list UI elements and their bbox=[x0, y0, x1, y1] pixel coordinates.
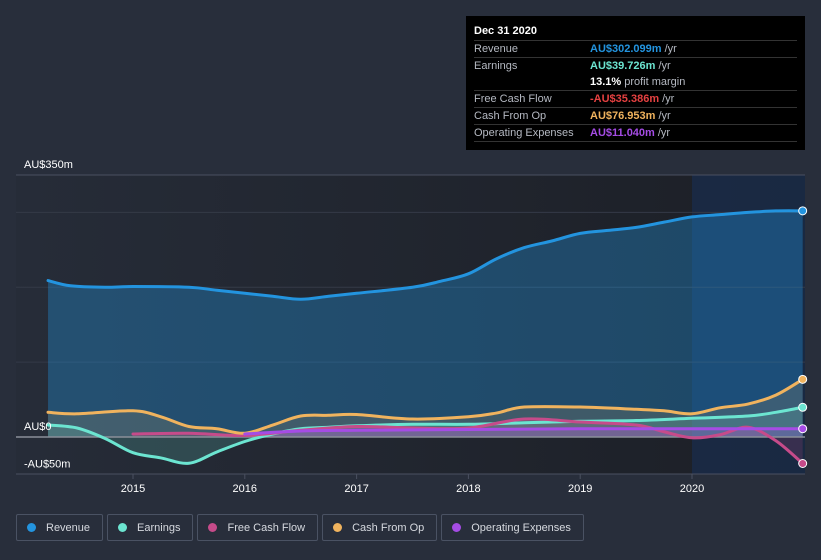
legend-dot-icon bbox=[333, 523, 343, 532]
x-tick-label: 2017 bbox=[344, 483, 368, 495]
free-cash-flow-endpoint[interactable] bbox=[798, 458, 808, 468]
tooltip-row-label bbox=[474, 74, 590, 90]
tooltip-row: 13.1% profit margin bbox=[474, 74, 797, 91]
tooltip-row-label: Cash From Op bbox=[474, 110, 547, 122]
y-tick-label: AU$0 bbox=[24, 421, 52, 433]
tooltip-row-label: Free Cash Flow bbox=[474, 93, 552, 105]
tooltip-row-value: -AU$35.386m bbox=[590, 93, 660, 105]
x-tick-label: 2016 bbox=[233, 483, 257, 495]
tooltip-row-unit: /yr bbox=[664, 43, 677, 55]
x-tick-label: 2015 bbox=[121, 483, 145, 495]
tooltip-row-label: Revenue bbox=[474, 43, 519, 55]
legend: Revenue Earnings Free Cash Flow Cash From O… bbox=[16, 514, 584, 541]
legend-label: Revenue bbox=[46, 521, 91, 534]
tooltip-row-value: AU$76.953m bbox=[590, 110, 656, 122]
tooltip-row: Cash From Op AU$76.953m/yr bbox=[474, 108, 797, 125]
legend-label: Earnings bbox=[137, 521, 181, 534]
tooltip-row-value: 13.1% bbox=[590, 76, 622, 88]
tooltip-date: Dec 31 2020 bbox=[474, 23, 797, 41]
x-tick-label: 2019 bbox=[568, 483, 592, 495]
legend-dot-icon bbox=[208, 523, 218, 532]
earnings-endpoint[interactable] bbox=[798, 402, 808, 412]
legend-item-revenue[interactable]: Revenue bbox=[16, 514, 104, 541]
x-tick-label: 2020 bbox=[680, 483, 704, 495]
legend-item-earnings[interactable]: Earnings bbox=[107, 514, 194, 541]
tooltip-row: Revenue AU$302.099m/yr bbox=[474, 41, 797, 58]
tooltip-row-value: AU$11.040m bbox=[590, 127, 655, 139]
y-tick-label: -AU$50m bbox=[24, 458, 70, 470]
operating-expenses-endpoint[interactable] bbox=[798, 424, 808, 434]
tooltip: Dec 31 2020 Revenue AU$302.099m/yr Earning… bbox=[466, 16, 805, 150]
revenue-endpoint[interactable] bbox=[798, 206, 808, 216]
tooltip-row-label: Operating Expenses bbox=[474, 127, 574, 139]
tooltip-row-unit: profit margin bbox=[624, 76, 686, 88]
tooltip-row: Free Cash Flow -AU$35.386m/yr bbox=[474, 91, 797, 108]
tooltip-row-unit: /yr bbox=[658, 110, 671, 122]
tooltip-row: Earnings AU$39.726m/yr bbox=[474, 58, 797, 74]
tooltip-row: Operating Expenses AU$11.040m/yr bbox=[474, 125, 797, 142]
legend-item-cash-from-op[interactable]: Cash From Op bbox=[322, 514, 438, 541]
legend-item-operating-expenses[interactable]: Operating Expenses bbox=[441, 514, 584, 541]
tooltip-row-label: Earnings bbox=[474, 60, 518, 72]
legend-label: Free Cash Flow bbox=[227, 521, 306, 534]
x-tick-label: 2018 bbox=[456, 483, 480, 495]
y-tick-label: AU$350m bbox=[24, 159, 73, 171]
tooltip-row-unit: /yr bbox=[662, 93, 675, 105]
tooltip-row-unit: /yr bbox=[657, 127, 671, 139]
legend-item-free-cash-flow[interactable]: Free Cash Flow bbox=[197, 514, 319, 541]
cash-from-op-endpoint[interactable] bbox=[798, 374, 808, 384]
legend-dot-icon bbox=[118, 523, 128, 532]
tooltip-row-value: AU$39.726m bbox=[590, 60, 656, 72]
tooltip-row-value: AU$302.099m bbox=[590, 43, 662, 55]
legend-dot-icon bbox=[452, 523, 462, 532]
legend-label: Cash From Op bbox=[352, 521, 425, 534]
legend-dot-icon bbox=[27, 523, 36, 532]
legend-label: Operating Expenses bbox=[471, 521, 571, 534]
tooltip-row-unit: /yr bbox=[658, 60, 671, 72]
